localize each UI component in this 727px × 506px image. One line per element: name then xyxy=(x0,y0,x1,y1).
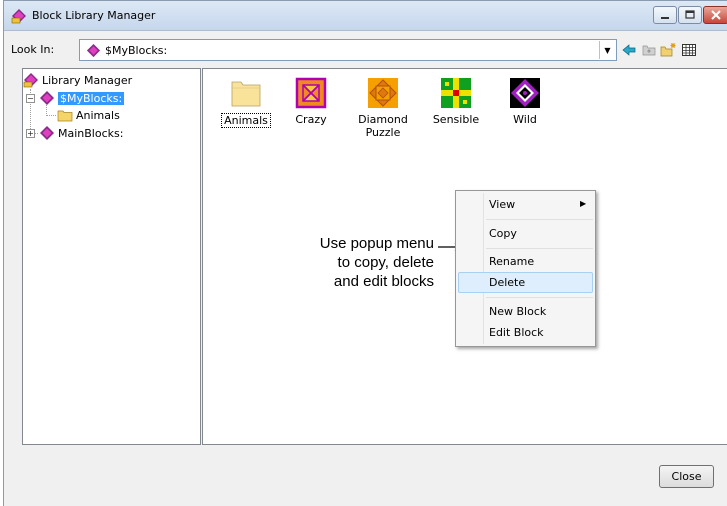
menu-item-new-block[interactable]: New Block xyxy=(458,301,593,322)
submenu-arrow-icon: ▶ xyxy=(580,199,587,208)
maximize-button[interactable] xyxy=(678,6,702,24)
context-menu: View ▶ Copy Rename Delete New Block Edit… xyxy=(455,190,596,347)
crazy-block-icon xyxy=(295,77,327,109)
close-window-button[interactable] xyxy=(703,6,727,24)
menu-item-label: New Block xyxy=(489,305,547,318)
menu-item-label: View xyxy=(489,198,516,211)
look-in-combobox[interactable]: $MyBlocks: ▼ xyxy=(79,39,617,61)
block-item-diamond-puzzle[interactable]: Diamond Puzzle xyxy=(350,77,416,139)
callout-annotation: Use popup menu to copy, delete and edit … xyxy=(266,234,434,291)
collapse-toggle[interactable]: − xyxy=(26,94,35,103)
menu-item-copy[interactable]: Copy xyxy=(458,223,593,244)
window-title: Block Library Manager xyxy=(32,9,156,22)
app-icon xyxy=(11,9,26,24)
tree-item-library-manager[interactable]: Library Manager xyxy=(23,72,132,88)
tree-root-label: Library Manager xyxy=(42,73,133,87)
menu-item-delete[interactable]: Delete xyxy=(458,272,593,293)
maximize-icon xyxy=(685,10,695,19)
block-label: Sensible xyxy=(432,113,480,126)
library-icon xyxy=(40,126,54,140)
tree-item-mymblocks[interactable]: $MyBlocks: xyxy=(39,90,125,106)
menu-item-label: Rename xyxy=(489,255,535,268)
callout-line: and edit blocks xyxy=(333,273,434,290)
block-label: Crazy xyxy=(295,113,327,126)
tree-item-animals[interactable]: Animals xyxy=(57,107,120,123)
minimize-button[interactable] xyxy=(653,6,677,24)
new-folder-icon[interactable] xyxy=(660,42,676,58)
block-item-wild[interactable]: Wild xyxy=(492,77,558,126)
block-library-manager-window: Block Library Manager Look In: $MyBlocks… xyxy=(3,0,727,506)
menu-item-rename[interactable]: Rename xyxy=(458,251,593,272)
tree-item-mainblocks[interactable]: MainBlocks: xyxy=(39,125,123,141)
block-label: Diamond Puzzle xyxy=(358,113,408,139)
back-arrow-icon[interactable] xyxy=(621,42,637,58)
block-item-crazy[interactable]: Crazy xyxy=(278,77,344,126)
minimize-icon xyxy=(661,17,669,19)
wild-block-icon xyxy=(510,78,540,108)
menu-item-view[interactable]: View ▶ xyxy=(458,194,593,215)
close-button[interactable]: Close xyxy=(659,465,714,488)
sensible-block-icon xyxy=(441,78,471,108)
block-item-sensible[interactable]: Sensible xyxy=(423,77,489,126)
library-icon xyxy=(86,43,101,58)
block-label: Wild xyxy=(513,113,537,126)
title-bar[interactable]: Block Library Manager xyxy=(4,1,727,31)
chevron-down-icon[interactable]: ▼ xyxy=(599,41,615,59)
expand-toggle[interactable]: + xyxy=(26,129,35,138)
menu-item-edit-block[interactable]: Edit Block xyxy=(458,322,593,343)
menu-item-label: Delete xyxy=(489,276,526,289)
menu-item-label: Copy xyxy=(489,227,517,240)
diamond-puzzle-block-icon xyxy=(368,78,398,108)
close-icon xyxy=(711,10,721,20)
folder-icon xyxy=(231,81,261,107)
tree-item-label: MainBlocks: xyxy=(58,126,124,140)
tree-item-label: $MyBlocks: xyxy=(58,91,125,105)
callout-line: to copy, delete xyxy=(337,254,434,271)
menu-item-label: Edit Block xyxy=(489,326,544,339)
look-in-label: Look In: xyxy=(11,43,55,56)
library-manager-icon xyxy=(23,73,38,88)
block-label: Animals xyxy=(221,113,271,128)
block-item-animals[interactable]: Animals xyxy=(213,77,279,128)
library-tree[interactable]: Library Manager − $MyBlocks: Animals + M… xyxy=(22,68,201,445)
library-icon xyxy=(40,91,54,105)
look-in-value: $MyBlocks: xyxy=(105,44,168,57)
view-menu-icon[interactable] xyxy=(681,42,697,58)
folder-icon xyxy=(57,110,73,122)
up-folder-icon[interactable] xyxy=(641,42,657,58)
callout-line: Use popup menu xyxy=(319,235,434,252)
tree-item-label: Animals xyxy=(76,108,120,122)
